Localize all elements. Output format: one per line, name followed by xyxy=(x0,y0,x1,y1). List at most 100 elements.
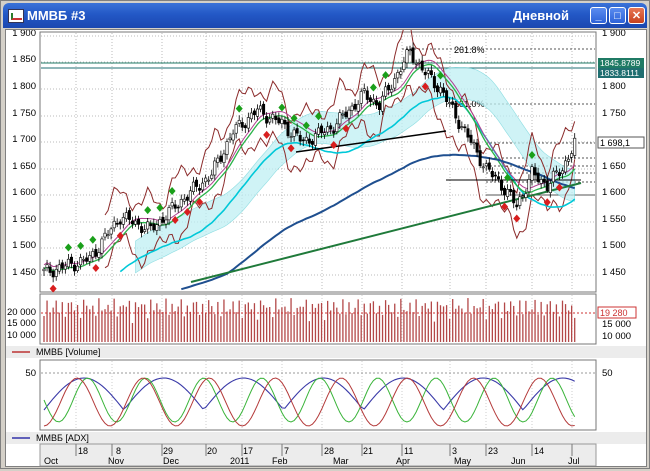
candle-body xyxy=(60,262,64,269)
day-label: 14 xyxy=(534,446,544,456)
candle-body xyxy=(496,176,500,180)
candle-body xyxy=(82,258,86,261)
volume-tick-right: 15 000 xyxy=(602,319,631,330)
month-label: Apr xyxy=(396,456,410,466)
candle-body xyxy=(57,264,61,272)
candle-body xyxy=(338,112,342,125)
price-tick-left: 1 550 xyxy=(12,214,36,225)
candle-body xyxy=(246,117,250,129)
candle-body xyxy=(188,190,192,202)
candle-body xyxy=(121,217,125,225)
day-label: 21 xyxy=(363,446,373,456)
candle-body xyxy=(570,153,574,158)
candle-body xyxy=(307,138,311,144)
price-tick-right: 1 900 xyxy=(602,30,626,39)
month-label: Jun xyxy=(511,456,526,466)
candle-body xyxy=(103,232,107,238)
day-label: 17 xyxy=(243,446,253,456)
price-tick-right: 1 800 xyxy=(602,81,626,92)
candle-body xyxy=(356,103,360,112)
candle-body xyxy=(207,179,211,182)
volume-legend-strip xyxy=(6,346,646,358)
candle-body xyxy=(63,265,67,270)
price-tick-right: 1 450 xyxy=(602,267,626,278)
candle-body xyxy=(231,133,235,141)
candle-body xyxy=(451,101,455,105)
candle-body xyxy=(88,255,92,262)
candle-body xyxy=(42,268,46,272)
price-chart-canvas[interactable]: 1 900 1 850 1 800 1 750 1 700 1 650 1 60… xyxy=(6,16,646,467)
month-label: Jul xyxy=(568,456,580,466)
price-left-ticks: 1 900 1 850 1 800 1 750 1 700 1 650 1 60… xyxy=(12,28,36,278)
price-tick-right: 1 600 xyxy=(602,187,626,198)
maximize-button[interactable]: □ xyxy=(609,7,626,24)
candle-body xyxy=(536,172,540,182)
day-label: 29 xyxy=(163,446,173,456)
candle-body xyxy=(191,181,195,192)
candle-body xyxy=(298,135,302,142)
candle-body xyxy=(493,174,497,177)
candle-body xyxy=(259,105,263,110)
candle-body xyxy=(265,116,269,124)
candle-body xyxy=(137,218,141,225)
candle-body xyxy=(112,220,116,229)
candle-body xyxy=(97,252,101,258)
candle-body xyxy=(201,182,205,191)
candle-body xyxy=(521,195,525,198)
month-label: Oct xyxy=(44,456,59,466)
price-label: 1833.8111 xyxy=(600,68,639,78)
day-label: 18 xyxy=(78,446,88,456)
candle-body xyxy=(411,47,415,63)
adx-legend-strip xyxy=(6,432,646,444)
candle-body xyxy=(481,166,485,169)
candle-body xyxy=(353,103,357,110)
candle-body xyxy=(283,119,287,125)
candle-body xyxy=(426,70,430,74)
candle-body xyxy=(106,234,110,237)
candle-body xyxy=(454,103,458,119)
price-panel[interactable] xyxy=(39,31,597,293)
candle-body xyxy=(475,142,479,153)
candle-body xyxy=(252,110,256,116)
candle-body xyxy=(573,137,577,156)
candle-body xyxy=(204,177,208,183)
candle-body xyxy=(228,137,232,141)
chart-area[interactable]: 1 900 1 850 1 800 1 750 1 700 1 650 1 60… xyxy=(5,16,647,467)
candle-body xyxy=(347,109,351,119)
candle-body xyxy=(234,124,238,134)
month-label: Nov xyxy=(108,456,125,466)
candle-body xyxy=(222,153,226,164)
candle-body xyxy=(423,71,427,76)
minimize-button[interactable]: _ xyxy=(590,7,607,24)
maximize-icon: □ xyxy=(614,10,621,22)
candle-body xyxy=(301,139,305,142)
candle-body xyxy=(326,126,330,133)
candle-body xyxy=(393,78,397,89)
adx-tick-right: 50 xyxy=(602,368,613,379)
title-bar[interactable]: ММВБ #3 Дневной _ □ ✕ xyxy=(3,3,647,28)
candle-body xyxy=(344,111,348,118)
day-label: 20 xyxy=(207,446,217,456)
price-tick-left: 1 650 xyxy=(12,161,36,172)
candle-body xyxy=(329,125,333,130)
candle-body xyxy=(478,150,482,167)
day-label: 23 xyxy=(488,446,498,456)
day-label: 28 xyxy=(324,446,334,456)
candle-body xyxy=(387,84,391,91)
volume-tick-left: 10 000 xyxy=(7,330,36,341)
month-label: 2011 xyxy=(230,456,249,466)
day-label: 8 xyxy=(116,446,121,456)
price-tick-left: 1 800 xyxy=(12,81,36,92)
candle-body xyxy=(310,140,314,145)
candle-body xyxy=(484,163,488,167)
adx-panel[interactable] xyxy=(39,359,597,431)
candle-body xyxy=(69,256,73,264)
volume-legend[interactable]: ММВБ [Volume] xyxy=(36,347,100,357)
candle-body xyxy=(164,219,168,225)
candle-body xyxy=(414,63,418,65)
chart-app-icon xyxy=(8,9,24,23)
adx-legend[interactable]: ММВБ [ADX] xyxy=(36,433,89,443)
month-label: Dec xyxy=(163,456,180,466)
close-button[interactable]: ✕ xyxy=(628,7,645,24)
candle-body xyxy=(256,108,260,117)
